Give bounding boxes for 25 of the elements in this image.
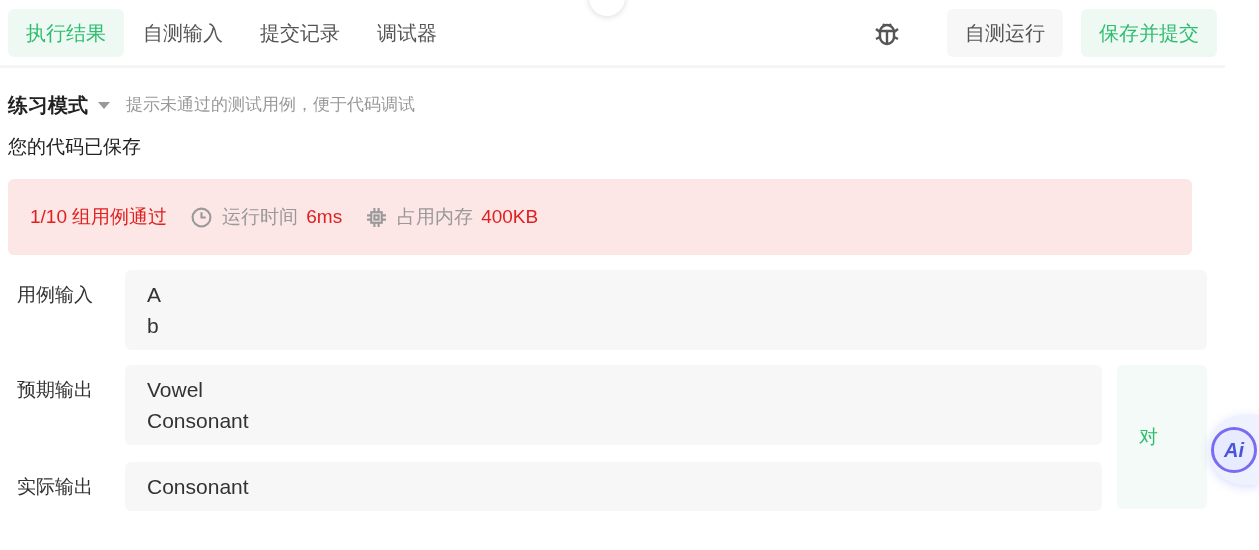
output-line: Consonant [147,474,250,500]
output-line: Vowel [147,377,205,403]
case-label: 实际输出 [16,475,94,499]
caret-icon [98,101,110,109]
chip-icon [366,206,388,228]
output-line: Consonant [147,408,250,434]
clock-icon [191,206,213,228]
tab[interactable]: 自测输入 [125,8,241,57]
memory-value: 400KB [481,204,539,229]
case-label: 用例输入 [16,283,94,307]
output-line: A [147,282,162,308]
memory-label: 占用内存 [397,204,474,229]
tab[interactable]: 调试器 [359,8,455,57]
time-value: 6ms [306,204,343,229]
save-status: 您的代码已保存 [8,135,141,159]
output-line: b [147,313,160,339]
tab[interactable]: 提交记录 [242,8,358,57]
case-label: 预期输出 [16,378,94,402]
pass-count: 1/10 组用例通过 [30,204,168,229]
ai-badge: Ai [1211,427,1257,473]
time-label: 运行时间 [222,204,299,229]
ai-assistant-button[interactable]: Ai [1209,415,1259,485]
mode-dropdown[interactable]: 练习模式 [8,90,110,120]
mode-hint: 提示未通过的测试用例，便于代码调试 [126,94,415,117]
run-button[interactable]: 自测运行 [947,8,1063,57]
